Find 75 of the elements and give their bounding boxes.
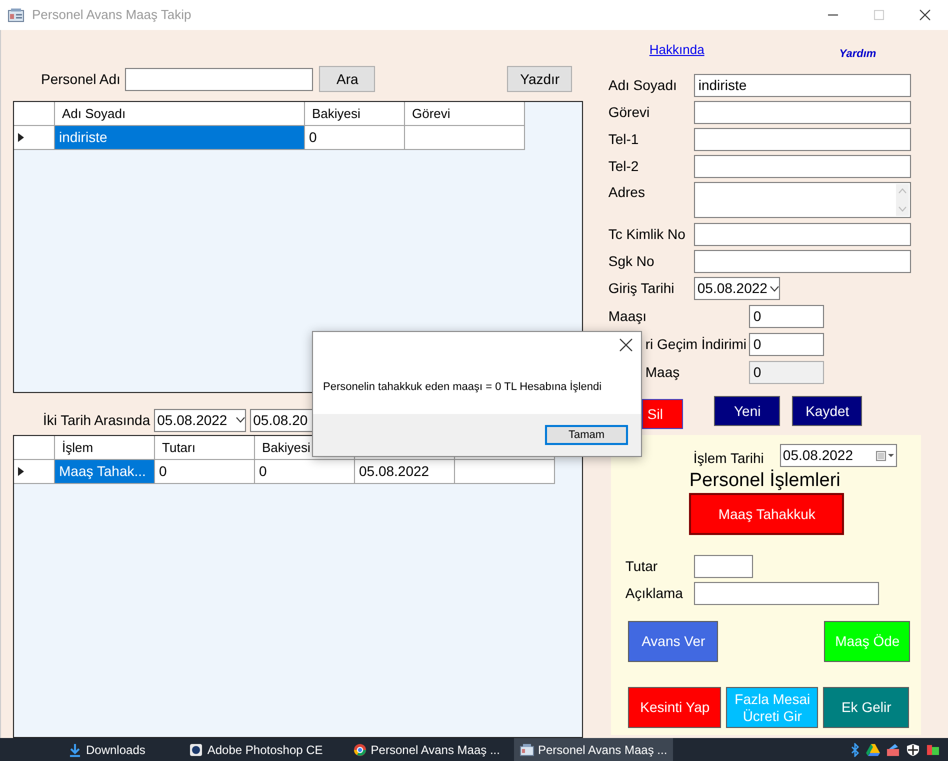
action-button[interactable]: Kesinti Yap — [628, 687, 722, 728]
date-picker[interactable]: 05.08.2022 — [154, 408, 246, 432]
field-label: Tutar — [625, 557, 659, 576]
date-label: İşlem Tarihi — [693, 449, 764, 468]
search-field[interactable] — [125, 68, 314, 90]
field-label: Tc Kimlik No — [608, 224, 686, 244]
column-header: Tutarı — [155, 436, 255, 460]
date-picker[interactable]: 05.08.2022 — [780, 444, 897, 467]
caret-icon — [236, 417, 246, 423]
taskbar-item[interactable]: Personel Avans Maaş ... — [346, 738, 506, 761]
field-label: Adres — [608, 183, 646, 202]
ok-button[interactable]: Tamam — [545, 425, 628, 445]
action-button[interactable]: Kaydet — [792, 396, 862, 426]
shield-icon — [906, 742, 920, 756]
field-label: Tel-2 — [608, 156, 640, 176]
text-field[interactable] — [694, 555, 754, 578]
drive-icon — [866, 742, 880, 756]
field-label: Görevi — [608, 102, 651, 122]
field-label: Maaşı — [608, 307, 648, 326]
salary-accrual-button[interactable]: Maaş Tahakkuk — [689, 493, 844, 535]
app-icon — [520, 742, 534, 756]
field-label: Giriş Tarihi — [608, 279, 676, 298]
window-title: Personel Avans Maaş Takip — [32, 6, 192, 24]
column-header: Adı Soyadı — [55, 102, 305, 126]
scrollbar-arrows-icon — [896, 184, 910, 216]
field-label: Adı Soyadı — [608, 76, 678, 95]
table-cell: indiriste — [55, 126, 305, 150]
number-field[interactable]: 0 — [749, 305, 824, 328]
table-cell: 0 — [305, 126, 405, 150]
field-label: Sgk No — [608, 252, 656, 271]
download-icon — [68, 742, 82, 756]
table-cell: Maaş Tahak... — [55, 460, 155, 484]
column-header: İşlem — [55, 436, 155, 460]
field-label: Maaş — [645, 363, 681, 382]
date-range-label: İki Tarih Arasında — [43, 410, 150, 430]
text-field[interactable]: indiriste — [694, 74, 912, 96]
taskbar-item[interactable]: Personel Avans Maaş ... — [514, 738, 674, 761]
calendar-icon — [876, 450, 896, 460]
field-label: Tel-1 — [608, 130, 640, 148]
text-field[interactable] — [694, 222, 912, 246]
column-header: Bakiyesi — [305, 102, 405, 126]
text-field[interactable] — [694, 250, 912, 272]
search-button[interactable]: Ara — [319, 66, 376, 92]
action-button[interactable]: Sil — [642, 399, 684, 429]
field-label: ri Geçim İndirimi — [645, 335, 748, 354]
table-cell: 0 — [155, 460, 255, 484]
caret-icon — [770, 286, 780, 292]
column-header: Görevi — [405, 102, 525, 126]
print-button[interactable]: Yazdır — [507, 66, 572, 92]
number-field[interactable]: 0 — [749, 333, 824, 356]
taskbar-item[interactable]: Downloads — [62, 738, 152, 761]
action-button[interactable]: Avans Ver — [628, 621, 718, 662]
field-label: Açıklama — [625, 584, 684, 603]
paint-icon — [886, 742, 900, 756]
text-field[interactable] — [694, 154, 912, 178]
app-icon — [8, 8, 24, 22]
text-field[interactable] — [694, 100, 912, 124]
taskbar-item[interactable]: Adobe Photoshop CE — [183, 738, 329, 761]
bluetooth-icon — [850, 742, 860, 756]
close-icon[interactable] — [619, 338, 633, 352]
address-field[interactable] — [694, 182, 912, 218]
browser-icon — [352, 742, 367, 756]
date-picker[interactable]: 05.08.2022 — [694, 277, 780, 300]
action-button[interactable]: Ek Gelir — [823, 687, 910, 728]
table-cell: 0 — [255, 460, 355, 484]
about-link[interactable]: Hakkında — [649, 40, 704, 66]
text-field[interactable] — [694, 582, 880, 605]
action-button[interactable]: Yeni — [714, 396, 780, 426]
table-cell: 05.08.2022 — [355, 460, 455, 484]
search-label: Personel Adı — [41, 70, 120, 88]
section-title: Personel İşlemleri — [689, 469, 842, 493]
help-link[interactable]: Yardım — [839, 46, 876, 66]
dialog-message: Personelin tahakkuk eden maaşı = 0 TL Hesabına İşlendi — [323, 380, 602, 395]
text-field[interactable] — [694, 128, 912, 150]
app-icon — [189, 742, 204, 756]
